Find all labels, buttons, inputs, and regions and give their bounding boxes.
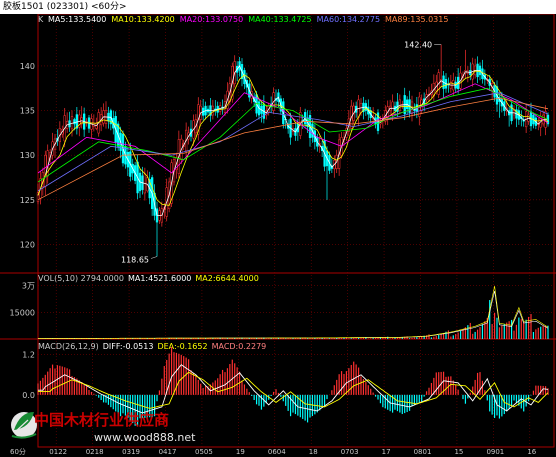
x-tick-label: 15 bbox=[454, 448, 463, 456]
y-tick-label: 125 bbox=[20, 196, 35, 205]
x-tick-label: 0218 bbox=[86, 448, 104, 456]
y-tick-label: 1.2 bbox=[22, 351, 35, 360]
high-label: 142.40 bbox=[404, 41, 432, 50]
window-titlebar: 胶板1501 (023301) <60分> bbox=[0, 0, 556, 14]
ma-label: MA5:133.5400 bbox=[48, 15, 106, 24]
kline-title: K bbox=[38, 15, 44, 24]
macd-label: DIFF:-0.0513 bbox=[103, 342, 154, 351]
x-tick-label: 0703 bbox=[341, 448, 359, 456]
futures-chart: K MA5:133.5400 MA10:133.4200 MA20:133.0750… bbox=[0, 14, 556, 457]
window-title: 胶板1501 (023301) <60分> bbox=[3, 2, 127, 12]
ma-label: MA89:135.0315 bbox=[385, 15, 448, 24]
ma-label: MA10:133.4200 bbox=[111, 15, 174, 24]
time-axis: 60分 0122 0218 0319 0417 0505 19 0604 18 0703 17 080… bbox=[10, 447, 537, 456]
x-tick-label: 18 bbox=[309, 448, 318, 456]
y-tick-label: 135 bbox=[20, 107, 35, 116]
volume-label: MA2:6644.4000 bbox=[195, 274, 258, 283]
macd-label: MACD(26,12,9) bbox=[38, 342, 99, 351]
ma-label: MA40:133.4725 bbox=[248, 15, 311, 24]
low-label: 118.65 bbox=[121, 255, 149, 264]
volume-legend: VOL(5,10) 2794.0000 MA1:4521.6000 MA2:6644… bbox=[38, 274, 259, 283]
candle-body bbox=[44, 154, 47, 187]
y-tick-label: 140 bbox=[20, 62, 35, 71]
x-tick-label: 19 bbox=[236, 448, 245, 456]
x-tick-label: 0801 bbox=[414, 448, 432, 456]
x-tick-label: 0604 bbox=[268, 448, 286, 456]
candle-body bbox=[73, 119, 76, 125]
ma-label: MA20:133.0750 bbox=[180, 15, 243, 24]
watermark-url: www.wood888.net bbox=[94, 431, 196, 444]
y-tick-label: 0.0 bbox=[22, 391, 35, 400]
x-tick-label: 17 bbox=[382, 448, 391, 456]
x-tick-label: 0319 bbox=[122, 448, 140, 456]
x-tick-label: 0901 bbox=[486, 448, 504, 456]
y-tick-label: 15000 bbox=[10, 308, 35, 317]
watermark-title: 中国木材行业供应商 bbox=[34, 411, 169, 429]
x-tick-label: 16 bbox=[527, 448, 536, 456]
x-tick-label: 0417 bbox=[159, 448, 177, 456]
volume-label: VOL(5,10) 2794.0000 bbox=[38, 274, 124, 283]
macd-legend: MACD(26,12,9) DIFF:-0.0513 DEA:-0.1652 MACD… bbox=[38, 342, 266, 351]
y-tick-label: 130 bbox=[20, 151, 35, 160]
y-tick-label: 3万 bbox=[22, 282, 35, 291]
x-tick-label: 60分 bbox=[10, 447, 26, 456]
x-tick-label: 0505 bbox=[195, 448, 213, 456]
y-tick-label: 120 bbox=[20, 240, 35, 249]
volume-label: MA1:4521.6000 bbox=[128, 274, 191, 283]
ma-label: MA60:134.2775 bbox=[317, 15, 380, 24]
x-tick-label: 0122 bbox=[49, 448, 67, 456]
macd-label: MACD:0.2279 bbox=[212, 342, 267, 351]
macd-label: DEA:-0.1652 bbox=[157, 342, 207, 351]
